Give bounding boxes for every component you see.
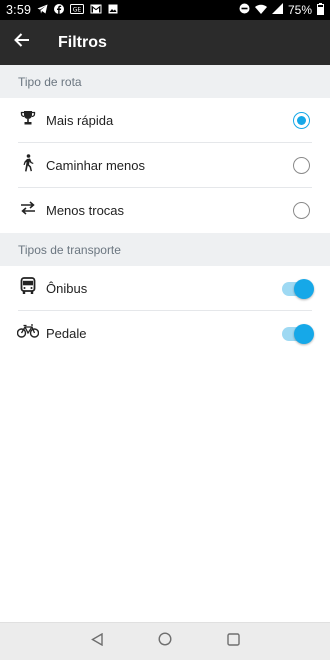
status-bar: 3:59 GE 75% <box>0 0 330 20</box>
wifi-icon <box>254 3 267 17</box>
transport-option-bike[interactable]: Pedale <box>0 311 330 356</box>
home-circle-icon <box>158 632 172 651</box>
recents-square-icon <box>226 632 240 651</box>
page-title: Filtros <box>58 33 107 51</box>
signal-icon <box>271 3 283 17</box>
fewer-transfers-radio[interactable] <box>293 202 310 219</box>
system-nav-bar <box>0 622 330 660</box>
arrow-back-icon <box>14 33 30 52</box>
route-option-walk-less[interactable]: Caminhar menos <box>0 143 330 188</box>
app-bar: Filtros <box>0 20 330 65</box>
battery-percent: 75% <box>287 3 312 17</box>
route-option-fewer-transfers[interactable]: Menos trocas <box>0 188 330 233</box>
route-option-label: Menos trocas <box>46 203 125 218</box>
filters-list: Tipo de rota Mais rápida Caminhar menos … <box>0 65 330 356</box>
trophy-icon <box>20 110 36 131</box>
facebook-icon <box>54 3 65 17</box>
nav-back-button[interactable] <box>63 632 131 651</box>
nav-home-button[interactable] <box>131 632 199 651</box>
walk-icon <box>21 154 35 177</box>
swap-icon <box>20 201 36 220</box>
route-option-label: Caminhar menos <box>46 158 145 173</box>
telegram-icon <box>37 3 48 17</box>
route-option-label: Mais rápida <box>46 113 114 128</box>
route-option-fastest[interactable]: Mais rápida <box>0 98 330 143</box>
transport-option-label: Pedale <box>46 326 87 341</box>
image-icon <box>108 3 118 17</box>
bus-toggle[interactable] <box>282 278 314 299</box>
gmail-icon <box>90 3 102 17</box>
battery-icon <box>317 2 324 18</box>
news-icon: GE <box>70 3 85 17</box>
transport-types-header: Tipos de transporte <box>0 233 330 266</box>
status-time: 3:59 <box>6 3 32 17</box>
bus-icon <box>19 277 37 300</box>
back-button[interactable] <box>0 20 44 65</box>
walk-less-radio[interactable] <box>293 157 310 174</box>
transport-option-label: Ônibus <box>46 281 88 296</box>
nav-recents-button[interactable] <box>199 632 267 651</box>
bike-icon <box>16 324 40 343</box>
svg-text:GE: GE <box>73 7 82 14</box>
bike-toggle[interactable] <box>282 323 314 344</box>
fastest-radio[interactable] <box>293 112 310 129</box>
dnd-icon <box>239 3 250 17</box>
route-type-header: Tipo de rota <box>0 65 330 98</box>
transport-option-bus[interactable]: Ônibus <box>0 266 330 311</box>
back-triangle-icon <box>91 632 103 651</box>
